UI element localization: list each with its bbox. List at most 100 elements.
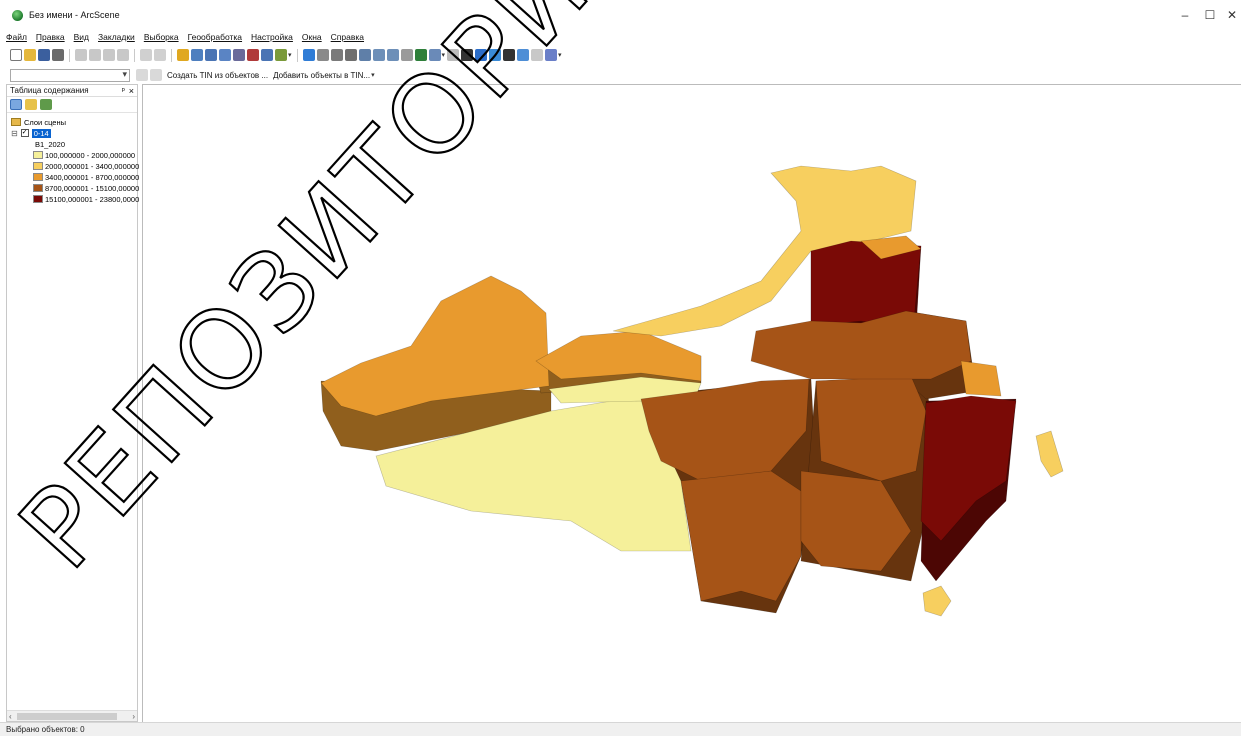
select-elements-icon[interactable] xyxy=(461,49,474,61)
create-tin-button[interactable]: Создать TIN из объектов ... xyxy=(167,71,268,80)
close-button[interactable]: ✕ xyxy=(1222,8,1241,22)
scene-properties-icon[interactable] xyxy=(191,49,203,61)
model-builder-icon[interactable] xyxy=(275,49,287,61)
legend-class[interactable]: 2000,000001 - 3400,000000 xyxy=(33,161,139,171)
layers-icon xyxy=(11,118,21,126)
toc-title: Таблица содержания xyxy=(10,86,89,95)
open-icon[interactable] xyxy=(24,49,36,61)
toolbar-separator xyxy=(134,48,135,62)
delete-icon[interactable] xyxy=(117,49,129,61)
add-features-tin-button[interactable]: Добавить объекты в TIN... xyxy=(273,71,370,80)
cut-icon[interactable] xyxy=(75,49,87,61)
scene-layers-node[interactable]: Слои сцены xyxy=(11,117,66,127)
catalog-icon[interactable] xyxy=(219,49,231,61)
toolbar-separator xyxy=(296,48,298,62)
legend-swatch xyxy=(33,195,43,203)
copy-icon[interactable] xyxy=(89,49,101,61)
add-data-icon[interactable] xyxy=(177,49,189,61)
minimize-button[interactable]: – xyxy=(1175,8,1195,22)
menu-edit[interactable]: Правка xyxy=(36,32,65,42)
legend-class[interactable]: 15100,000001 - 23800,0000 xyxy=(33,194,139,204)
zoom-in-icon[interactable] xyxy=(372,49,385,61)
layer-visibility-checkbox[interactable]: ✓ xyxy=(20,129,29,137)
select-features-icon[interactable] xyxy=(428,49,441,61)
paste-icon[interactable] xyxy=(103,49,115,61)
scene-canvas[interactable] xyxy=(143,85,1241,722)
legend-swatch xyxy=(33,162,43,170)
legend-swatch xyxy=(33,184,43,192)
create-tin-icon[interactable] xyxy=(150,69,162,81)
zoom-to-target-icon[interactable] xyxy=(344,49,357,61)
layer-name[interactable]: 0-14 xyxy=(31,128,51,138)
zoom-out-icon[interactable] xyxy=(386,49,399,61)
fly-icon[interactable] xyxy=(316,49,329,61)
region-hainan xyxy=(922,585,952,617)
python-icon[interactable] xyxy=(261,49,273,61)
status-bar: Выбрано объектов: 0 xyxy=(0,722,1241,736)
scroll-thumb[interactable] xyxy=(17,713,117,720)
new-icon[interactable] xyxy=(10,49,22,61)
identify-icon[interactable] xyxy=(475,49,488,61)
undo-icon[interactable] xyxy=(140,49,152,61)
maximize-button[interactable]: ☐ xyxy=(1200,8,1220,22)
print-icon[interactable] xyxy=(52,49,64,61)
toc-header: Таблица содержания ᵖ × xyxy=(7,85,137,97)
scene-layers-label: Слои сцены xyxy=(24,117,66,127)
redo-icon[interactable] xyxy=(154,49,166,61)
toolbar-dropdown-icon[interactable]: ▾ xyxy=(288,51,292,59)
toolbar-separator xyxy=(69,48,70,62)
toolbar-separator xyxy=(171,48,172,62)
full-extent-icon[interactable] xyxy=(414,49,427,61)
menu-bar: Файл Правка Вид Закладки Выборка Геообра… xyxy=(6,30,364,44)
menu-selection[interactable]: Выборка xyxy=(144,32,179,42)
list-by-visibility-icon[interactable] xyxy=(40,99,52,110)
clear-selection-icon[interactable] xyxy=(447,49,460,61)
search-window-icon[interactable] xyxy=(233,49,245,61)
target-center-icon[interactable] xyxy=(330,49,343,61)
save-icon[interactable] xyxy=(38,49,50,61)
menu-help[interactable]: Справка xyxy=(331,32,364,42)
menu-windows[interactable]: Окна xyxy=(302,32,322,42)
legend-class[interactable]: 100,000000 - 2000,000000 xyxy=(33,150,135,160)
renderer-field-label: B1_2020 xyxy=(35,139,66,149)
region-shandong xyxy=(960,360,1002,397)
scene-view[interactable] xyxy=(142,84,1241,722)
navigate-icon[interactable] xyxy=(302,49,315,61)
toc-close-icon[interactable]: × xyxy=(129,86,134,96)
toolbar-dropdown-icon[interactable]: ▾ xyxy=(371,71,375,79)
pin-icon[interactable]: ᵖ xyxy=(122,86,125,96)
menu-bookmarks[interactable]: Закладки xyxy=(98,32,135,42)
toc-toolbar xyxy=(7,97,137,113)
scroll-right-icon[interactable]: › xyxy=(132,712,135,721)
find-icon[interactable] xyxy=(503,49,516,61)
legend-label: 8700,000001 - 15100,00000 xyxy=(45,183,140,193)
legend-class[interactable]: 3400,000001 - 8700,000000 xyxy=(33,172,139,182)
table-of-contents-icon[interactable] xyxy=(205,49,217,61)
collapse-icon[interactable]: ⊟ xyxy=(11,129,18,138)
create-contours-icon[interactable] xyxy=(136,69,148,81)
menu-file[interactable]: Файл xyxy=(6,32,27,42)
legend-swatch xyxy=(33,151,43,159)
pan-icon[interactable] xyxy=(400,49,413,61)
arcglobe-icon[interactable] xyxy=(545,49,558,61)
region-gansu xyxy=(535,330,702,382)
list-by-drawing-order-icon[interactable] xyxy=(10,99,22,110)
hyperlink-icon[interactable] xyxy=(489,49,502,61)
toolbar-dropdown-icon[interactable]: ▾ xyxy=(442,51,446,59)
selected-count-text: Выбрано объектов: 0 xyxy=(6,725,85,734)
arctoolbox-icon[interactable] xyxy=(247,49,259,61)
legend-class[interactable]: 8700,000001 - 15100,00000 xyxy=(33,183,139,193)
menu-view[interactable]: Вид xyxy=(74,32,89,42)
toolbar-dropdown-icon[interactable]: ▾ xyxy=(558,51,562,59)
set-observer-icon[interactable] xyxy=(358,49,371,61)
menu-geoprocessing[interactable]: Геообработка xyxy=(188,32,242,42)
scroll-left-icon[interactable]: ‹ xyxy=(9,712,12,721)
layer-dropdown[interactable] xyxy=(10,68,130,82)
animation-icon[interactable] xyxy=(531,49,544,61)
layer-node[interactable]: ⊟ ✓ 0-14 xyxy=(11,128,51,138)
3d-analyst-toolbar: Создать TIN из объектов ... Добавить объ… xyxy=(10,66,375,84)
toc-horizontal-scrollbar[interactable]: ‹ › xyxy=(7,710,137,721)
measure-icon[interactable] xyxy=(517,49,530,61)
list-by-source-icon[interactable] xyxy=(25,99,37,110)
menu-customize[interactable]: Настройка xyxy=(251,32,293,42)
